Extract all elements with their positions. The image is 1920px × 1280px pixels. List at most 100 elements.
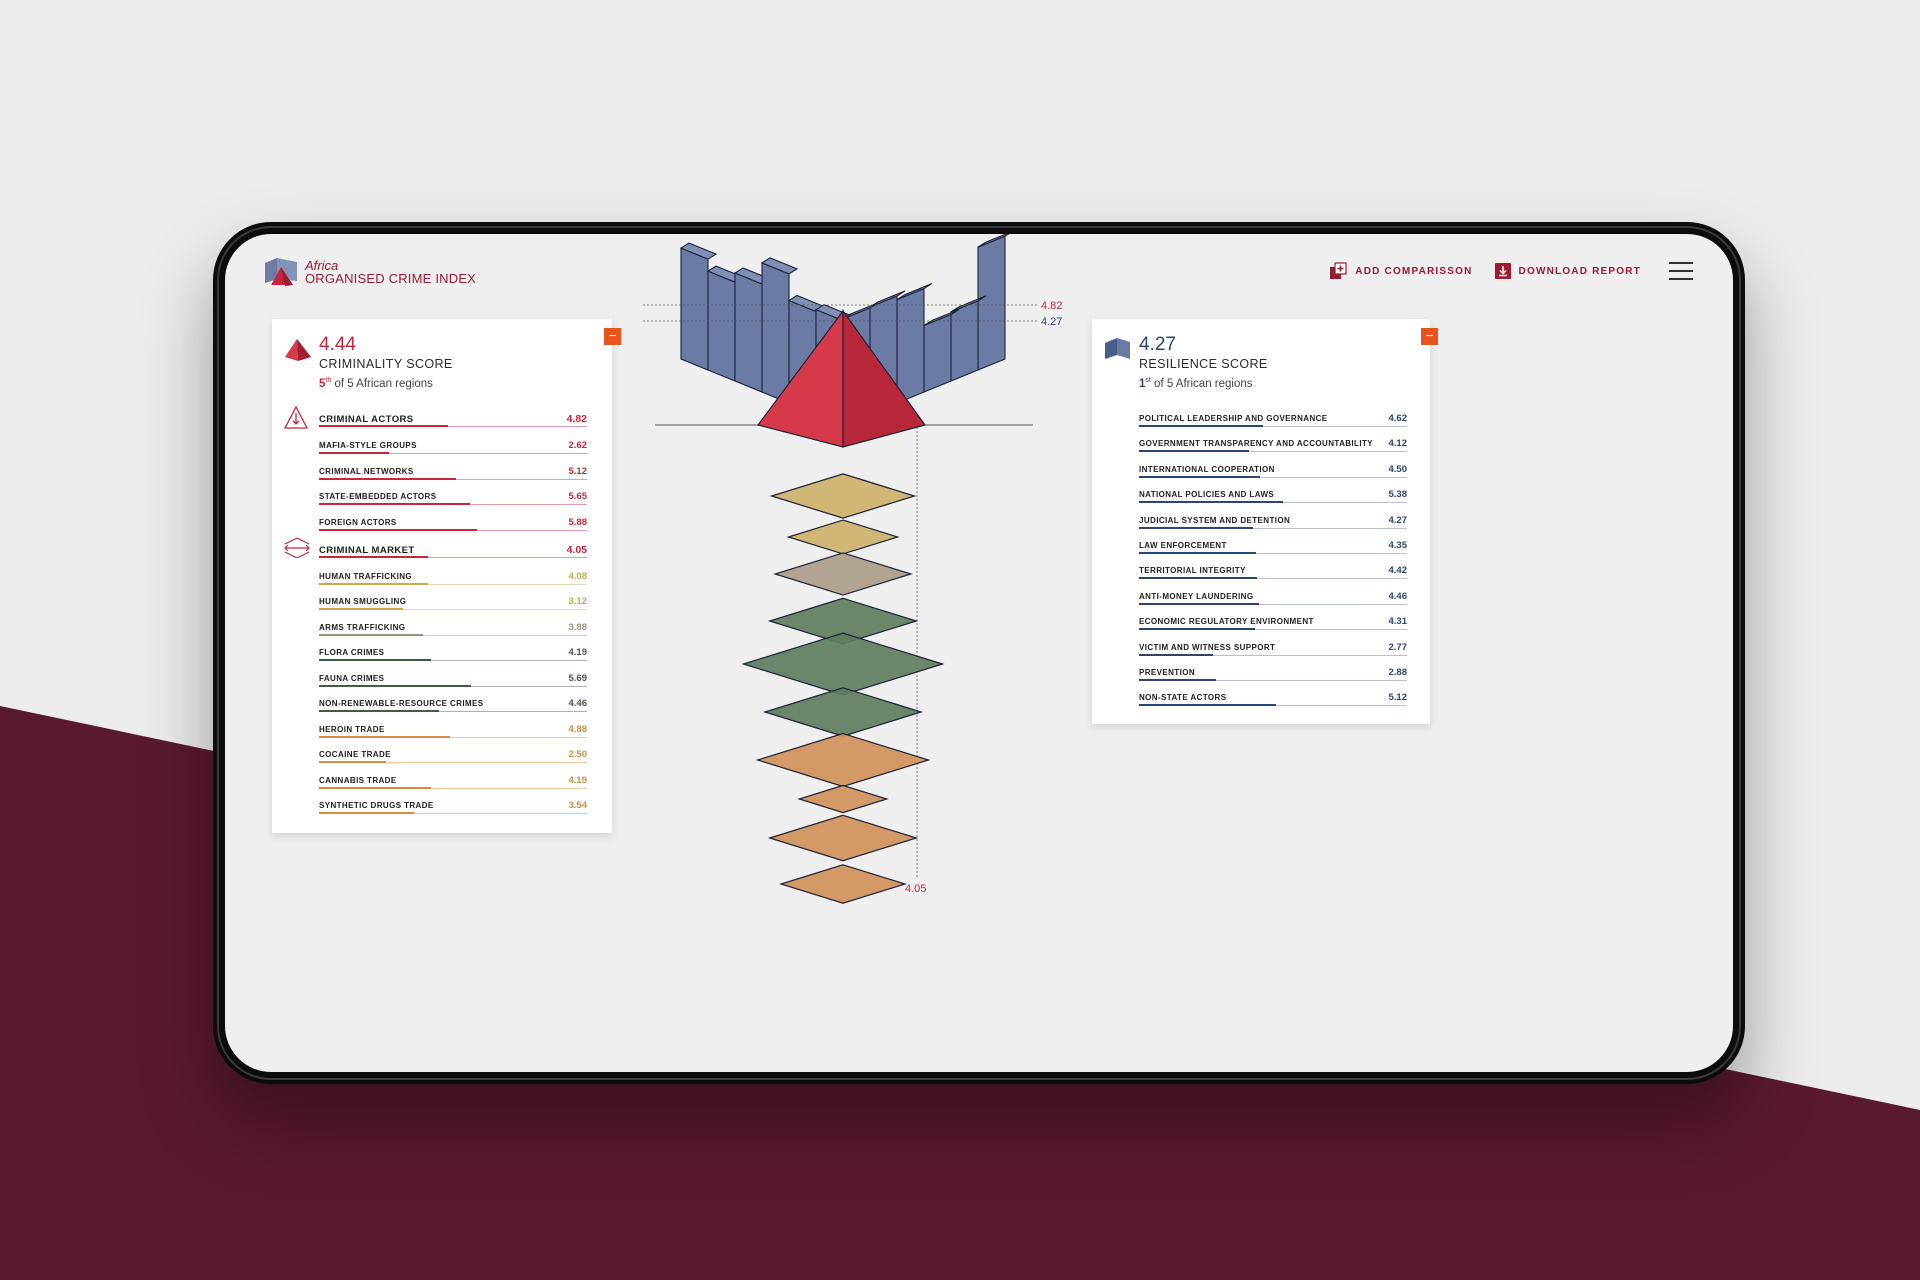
market-layer: [779, 864, 907, 904]
app-screen: Africa ORGANISED CRIME INDEX ADD COMPARI…: [225, 234, 1733, 1072]
annotation-criminal-actors: 4.82: [1041, 300, 1062, 312]
indicator-row[interactable]: FOREIGN ACTORS 5.88: [319, 515, 587, 537]
resilience-rank: 1st of 5 African regions: [1139, 377, 1253, 390]
indicator-value: 2.50: [568, 749, 588, 760]
indicator-value: 4.42: [1388, 565, 1408, 577]
indicator-row[interactable]: FLORA CRIMES 4.19: [319, 645, 587, 667]
indicator-bar: [1139, 526, 1254, 529]
indicator-value: 2.62: [568, 440, 588, 451]
resilience-bar: [950, 300, 979, 382]
indicator-row[interactable]: HUMAN TRAFFICKING 4.08: [319, 569, 587, 591]
collapse-criminality-button[interactable]: −: [604, 328, 621, 345]
indicator-value: 4.82: [566, 413, 587, 425]
indicator-label: CRIMINAL MARKET: [319, 544, 415, 556]
indicator-value: 4.19: [568, 647, 588, 658]
indicator-label: FAUNA CRIMES: [319, 673, 385, 683]
indicator-row[interactable]: SYNTHETIC DRUGS TRADE 3.54: [319, 798, 587, 820]
resilience-bar: [977, 235, 1006, 371]
indicator-row[interactable]: STATE-EMBEDDED ACTORS 5.65: [319, 489, 587, 511]
indicator-bar: [1139, 704, 1277, 707]
indicator-bar: [1139, 679, 1217, 681]
indicator-bar: [1139, 450, 1250, 453]
indicator-bar: [319, 761, 386, 763]
indicator-bar: [319, 477, 457, 480]
indicator-bar: [319, 608, 403, 610]
indicator-label: FLORA CRIMES: [319, 648, 385, 657]
indicator-value: 4.27: [1388, 514, 1408, 526]
indicator-label: LAW ENFORCEMENT: [1139, 541, 1227, 550]
indicator-bar: [319, 425, 449, 427]
indicator-row[interactable]: VICTIM AND WITNESS SUPPORT 2.77: [1139, 640, 1407, 662]
indicator-bar: [1139, 425, 1263, 427]
tablet-device: Africa ORGANISED CRIME INDEX ADD COMPARI…: [213, 222, 1745, 1084]
indicator-bar: [319, 503, 471, 505]
indicator-bar: [1139, 653, 1214, 656]
indicator-bar: [319, 555, 428, 558]
indicator-row[interactable]: CRIMINAL NETWORKS 5.12: [319, 464, 587, 486]
indicator-value: 5.88: [568, 516, 588, 528]
indicator-value: 2.88: [1388, 667, 1408, 678]
indicator-row[interactable]: NON-RENEWABLE-RESOURCE CRIMES 4.46: [319, 696, 587, 718]
indicator-label: NON-RENEWABLE-RESOURCE CRIMES: [319, 699, 484, 708]
criminality-rank: 5th of 5 African regions: [319, 377, 433, 390]
indicator-bar: [319, 633, 423, 636]
indicator-label: SYNTHETIC DRUGS TRADE: [319, 801, 434, 810]
indicator-row[interactable]: ARMS TRAFFICKING 3.88: [319, 620, 587, 642]
indicator-row[interactable]: COCAINE TRADE 2.50: [319, 747, 587, 769]
category-row-criminal-actors[interactable]: CRIMINAL ACTORS 4.82: [283, 405, 587, 433]
indicator-row[interactable]: ECONOMIC REGULATORY ENVIRONMENT 4.31: [1139, 614, 1407, 636]
indicator-label: NON-STATE ACTORS: [1139, 693, 1227, 703]
indicator-value: 4.62: [1388, 413, 1408, 424]
indicator-row[interactable]: JUDICIAL SYSTEM AND DETENTION 4.27: [1139, 513, 1407, 535]
indicator-row[interactable]: NON-STATE ACTORS 5.12: [1139, 690, 1407, 712]
indicator-value: 4.46: [1388, 590, 1408, 602]
annotation-criminal-market: 4.05: [905, 883, 926, 895]
market-layer: [767, 814, 919, 862]
indicator-row[interactable]: FAUNA CRIMES 5.69: [319, 671, 587, 693]
market-layer: [773, 552, 913, 596]
indicator-bar: [1139, 602, 1259, 605]
indicator-label: CRIMINAL ACTORS: [319, 414, 414, 425]
indicator-value: 5.12: [1388, 692, 1408, 704]
indicator-value: 5.69: [568, 672, 588, 684]
indicator-label: STATE-EMBEDDED ACTORS: [319, 492, 437, 501]
indicator-label: TERRITORIAL INTEGRITY: [1139, 566, 1246, 576]
indicator-label: NATIONAL POLICIES AND LAWS: [1139, 490, 1275, 500]
indicator-bar: [319, 582, 429, 585]
indicator-row[interactable]: HEROIN TRADE 4.88: [319, 722, 587, 744]
indicator-value: 5.38: [1388, 489, 1408, 501]
indicator-value: 5.12: [568, 465, 588, 477]
indicator-label: GOVERNMENT TRANSPARENCY AND ACCOUNTABILI…: [1139, 439, 1373, 449]
indicator-row[interactable]: MAFIA-STYLE GROUPS 2.62: [319, 438, 587, 460]
indicator-row[interactable]: HUMAN SMUGGLING 3.12: [319, 594, 587, 616]
criminality-score: 4.44: [319, 334, 356, 355]
criminal-market-icon: [283, 536, 311, 562]
indicator-bar: [319, 735, 450, 738]
resilience-title: RESILIENCE SCORE: [1139, 357, 1268, 371]
indicator-label: POLITICAL LEADERSHIP AND GOVERNANCE: [1139, 414, 1328, 423]
indicator-row[interactable]: PREVENTION 2.88: [1139, 665, 1407, 687]
indicator-row[interactable]: TERRITORIAL INTEGRITY 4.42: [1139, 563, 1407, 585]
indicator-label: MAFIA-STYLE GROUPS: [319, 441, 417, 450]
collapse-resilience-button[interactable]: −: [1421, 328, 1438, 345]
indicator-row[interactable]: LAW ENFORCEMENT 4.35: [1139, 538, 1407, 560]
indicator-row[interactable]: POLITICAL LEADERSHIP AND GOVERNANCE 4.62: [1139, 411, 1407, 433]
indicator-value: 3.88: [568, 621, 588, 633]
indicator-row[interactable]: INTERNATIONAL COOPERATION 4.50: [1139, 462, 1407, 484]
criminality-title: CRIMINALITY SCORE: [319, 357, 453, 371]
indicator-bar: [319, 659, 432, 661]
indicator-value: 4.19: [568, 774, 588, 786]
indicator-label: INTERNATIONAL COOPERATION: [1139, 464, 1275, 474]
indicator-bar: [1139, 501, 1284, 504]
category-row-criminal-market[interactable]: CRIMINAL MARKET 4.05: [284, 536, 587, 564]
resilience-bar: [896, 287, 925, 404]
indicator-value: 4.50: [1388, 463, 1408, 475]
indicator-row[interactable]: NATIONAL POLICIES AND LAWS 5.38: [1139, 487, 1407, 509]
resilience-bar: [761, 262, 790, 404]
resilience-bar: [707, 270, 736, 382]
indicator-row[interactable]: CANNABIS TRADE 4.19: [319, 773, 587, 795]
indicator-row[interactable]: GOVERNMENT TRANSPARENCY AND ACCOUNTABILI…: [1139, 436, 1407, 458]
indicator-label: JUDICIAL SYSTEM AND DETENTION: [1139, 515, 1291, 525]
indicator-row[interactable]: ANTI-MONEY LAUNDERING 4.46: [1139, 589, 1407, 611]
indicator-label: FOREIGN ACTORS: [319, 517, 397, 527]
